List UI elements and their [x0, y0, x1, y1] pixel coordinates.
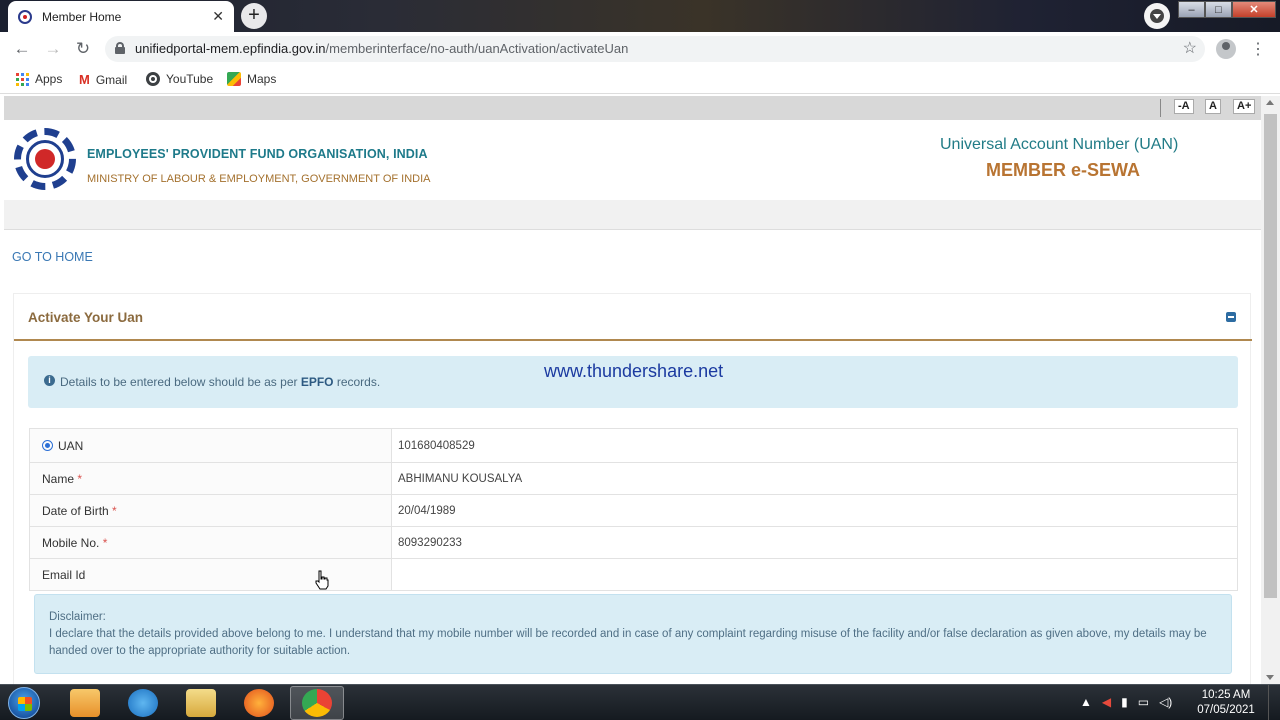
bookmark-apps[interactable]: Apps — [16, 72, 62, 86]
file-explorer-icon[interactable] — [186, 689, 216, 717]
show-desktop-button[interactable] — [1268, 685, 1280, 720]
epfo-logo — [14, 128, 76, 190]
email-label: Email Id — [42, 567, 86, 582]
reload-icon[interactable]: ↻ — [73, 39, 93, 59]
dob-value[interactable]: 20/04/1989 — [391, 494, 1238, 527]
chrome-icon[interactable] — [302, 689, 332, 717]
panel-header: Activate Your Uan — [14, 294, 1252, 341]
url-text: unifiedportal-mem.epfindia.gov.in/member… — [135, 41, 629, 56]
maps-icon — [227, 72, 241, 86]
page-viewport: -A A A+ EMPLOYEES' PROVIDENT FUND ORGANI… — [4, 96, 1261, 684]
uan-form-table: UAN 101680408529 Name * ABHIMANU KOUSALY… — [29, 428, 1238, 591]
site-header: EMPLOYEES' PROVIDENT FUND ORGANISATION, … — [4, 120, 1261, 200]
uan-radio[interactable] — [42, 439, 53, 451]
info-text: Details to be entered below should be as… — [60, 375, 381, 389]
window-controls: – □ ✕ — [1178, 1, 1276, 18]
speaker-alert-icon[interactable]: ◀ — [1102, 695, 1111, 709]
info-icon: i — [44, 375, 55, 386]
bookmark-youtube[interactable]: YouTube — [146, 72, 213, 86]
name-value[interactable]: ABHIMANU KOUSALYA — [391, 462, 1238, 495]
info-alert: i Details to be entered below should be … — [28, 356, 1238, 408]
gmail-icon: M — [79, 72, 90, 87]
disclaimer-box: Disclaimer: I declare that the details p… — [34, 594, 1232, 674]
maximize-button[interactable]: □ — [1205, 1, 1232, 18]
browser-tab[interactable]: Member Home ✕ — [8, 1, 234, 32]
firefox-icon[interactable] — [244, 689, 274, 717]
activate-uan-panel: Activate Your Uan i Details to be entere… — [13, 293, 1252, 684]
table-row: Email Id — [29, 558, 1238, 591]
scrollbar-thumb[interactable] — [1264, 114, 1277, 598]
mobile-label: Mobile No. — [42, 535, 100, 550]
close-window-button[interactable]: ✕ — [1232, 1, 1276, 18]
tray-expand-icon[interactable]: ▲ — [1080, 695, 1092, 709]
media-player-icon[interactable] — [70, 689, 100, 717]
hand-cursor-icon — [315, 570, 329, 590]
epfo-favicon-icon — [18, 9, 32, 24]
internet-explorer-icon[interactable] — [128, 689, 158, 717]
back-arrow-icon[interactable]: ← — [12, 39, 32, 59]
uan-title: Universal Account Number (UAN) — [940, 136, 1179, 153]
start-button[interactable] — [8, 687, 40, 719]
normal-font-button[interactable]: A — [1205, 99, 1221, 114]
new-tab-button[interactable]: + — [241, 3, 267, 29]
mobile-value[interactable]: 8093290233 — [391, 526, 1238, 559]
system-tray: ▲ ◀ ▮ ▭ ◁) — [1080, 695, 1172, 709]
url-input[interactable]: unifiedportal-mem.epfindia.gov.in/member… — [105, 36, 1205, 62]
tab-title: Member Home — [42, 9, 122, 24]
decrease-font-button[interactable]: -A — [1174, 99, 1194, 114]
disclaimer-heading: Disclaimer: — [49, 611, 106, 623]
usb-icon[interactable]: ▮ — [1121, 695, 1128, 709]
collapse-minus-icon[interactable] — [1226, 312, 1236, 322]
network-icon[interactable]: ▭ — [1138, 695, 1149, 709]
uan-value[interactable]: 101680408529 — [391, 428, 1238, 463]
email-field[interactable] — [391, 558, 1238, 591]
name-label: Name — [42, 471, 75, 486]
lock-icon — [115, 42, 125, 54]
org-name: EMPLOYEES' PROVIDENT FUND ORGANISATION, … — [87, 147, 428, 161]
tab-close-icon[interactable]: ✕ — [212, 8, 224, 25]
address-bar: ← → ↻ unifiedportal-mem.epfindia.gov.in/… — [0, 32, 1280, 66]
uan-label: UAN — [58, 438, 84, 453]
increase-font-button[interactable]: A+ — [1233, 99, 1256, 114]
minimize-button[interactable]: – — [1178, 1, 1205, 18]
page-scrollbar[interactable] — [1261, 96, 1280, 684]
nav-band — [4, 200, 1261, 230]
bookmark-maps[interactable]: Maps — [227, 72, 276, 86]
menu-kebab-icon[interactable]: ⋮ — [1250, 39, 1266, 59]
watermark-text: www.thundershare.net — [544, 361, 724, 381]
apps-grid-icon — [16, 72, 29, 86]
taskbar: ▲ ◀ ▮ ▭ ◁) 10:25 AM 07/05/2021 — [0, 684, 1280, 720]
profile-avatar-icon[interactable] — [1216, 39, 1236, 59]
forward-arrow-icon[interactable]: → — [43, 39, 63, 59]
font-size-bar: -A A A+ — [4, 96, 1261, 120]
table-row: Name * ABHIMANU KOUSALYA — [29, 462, 1238, 495]
clock[interactable]: 10:25 AM 07/05/2021 — [1196, 688, 1256, 718]
table-row: Date of Birth * 20/04/1989 — [29, 494, 1238, 527]
tab-search-button[interactable] — [1144, 3, 1170, 29]
globe-icon — [146, 72, 160, 86]
panel-title: Activate Your Uan — [28, 310, 144, 325]
browser-titlebar: Member Home ✕ + – □ ✕ — [0, 0, 1280, 32]
disclaimer-text: I declare that the details provided abov… — [49, 628, 1207, 657]
bookmark-star-icon[interactable]: ☆ — [1183, 38, 1197, 58]
bookmarks-bar: Apps M Gmail YouTube Maps — [0, 66, 1280, 94]
volume-icon[interactable]: ◁) — [1159, 695, 1172, 709]
table-row: Mobile No. * 8093290233 — [29, 526, 1238, 559]
bookmark-gmail[interactable]: M Gmail — [79, 72, 127, 87]
dob-label: Date of Birth — [42, 503, 109, 518]
org-ministry: MINISTRY OF LABOUR & EMPLOYMENT, GOVERNM… — [87, 173, 431, 185]
go-to-home-link[interactable]: GO TO HOME — [12, 250, 93, 264]
chevron-down-icon — [1150, 9, 1164, 23]
member-esewa-title: MEMBER e-SEWA — [986, 160, 1141, 180]
table-row: UAN 101680408529 — [29, 428, 1238, 463]
